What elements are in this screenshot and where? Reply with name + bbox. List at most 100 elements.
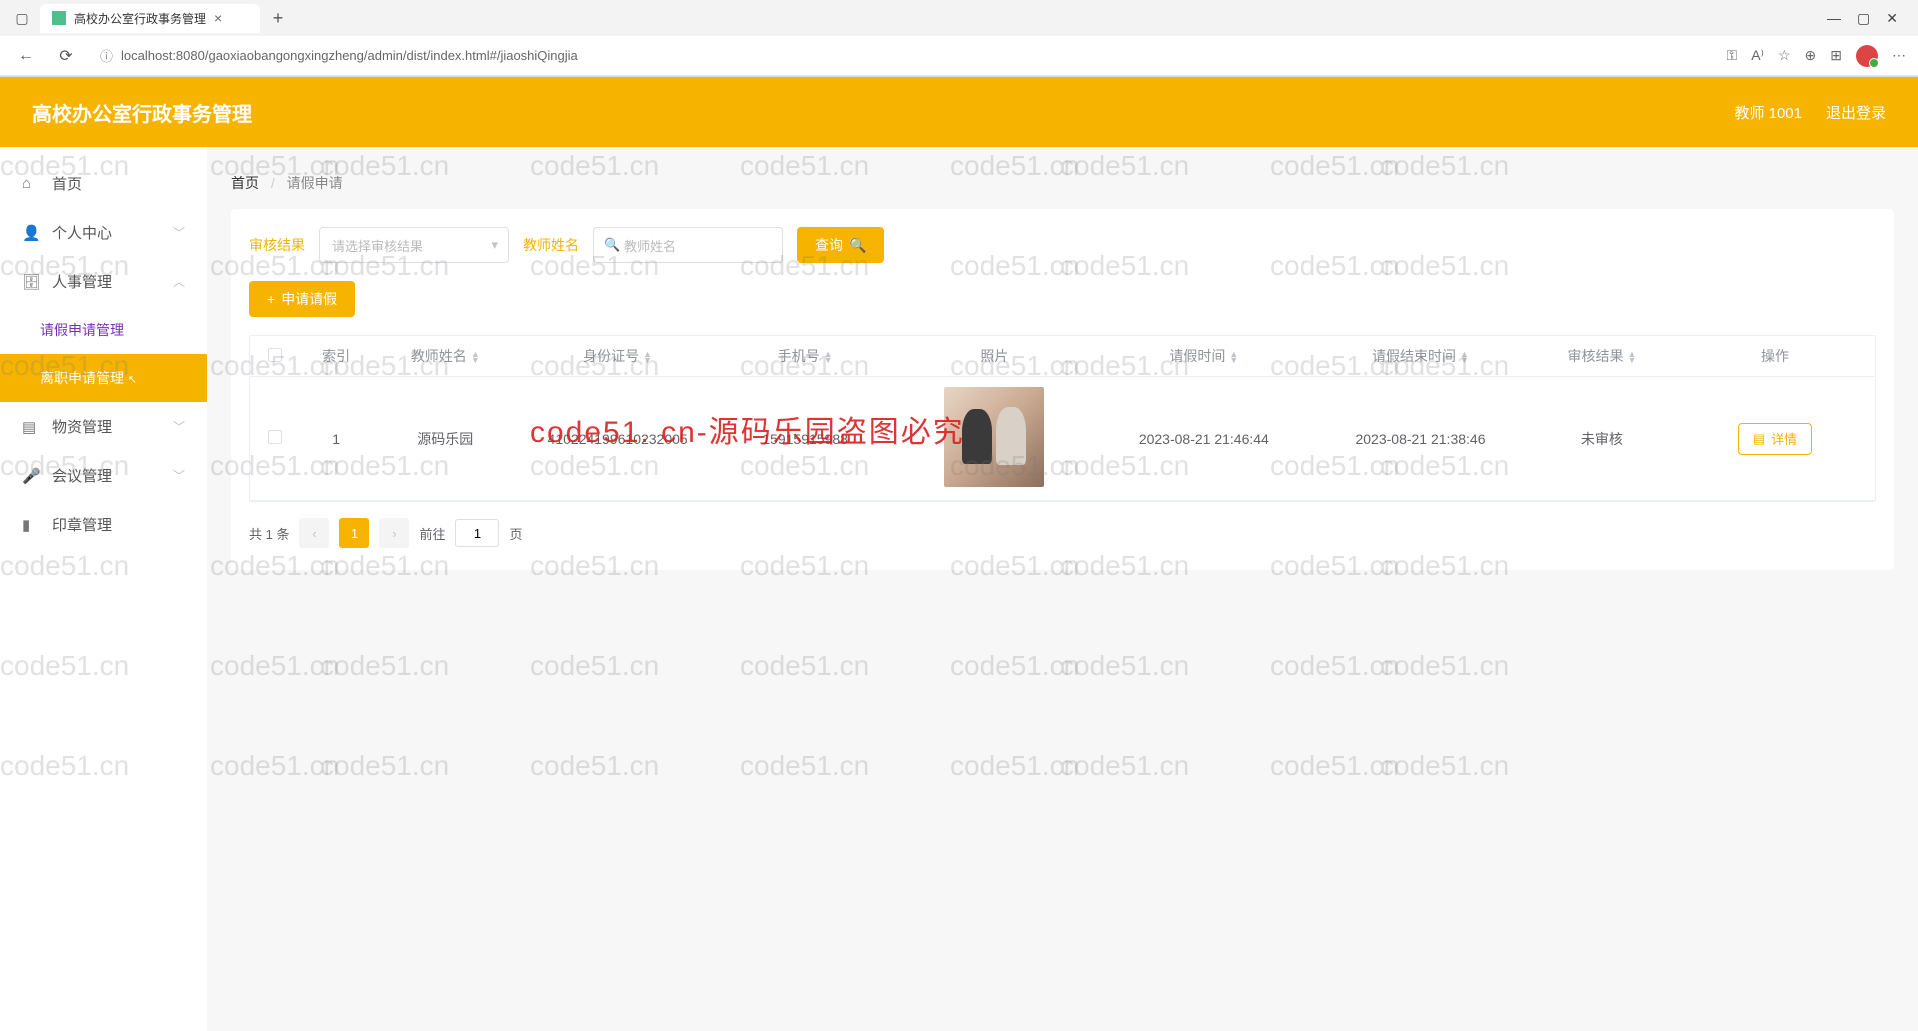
sidebar-label: 首页 bbox=[52, 173, 82, 194]
logout-button[interactable]: 退出登录 bbox=[1826, 102, 1886, 123]
tab-overview-button[interactable]: ▢ bbox=[8, 4, 36, 32]
cell-ops: ▤ 详情 bbox=[1675, 377, 1875, 501]
sidebar-sub-leave-apply[interactable]: 请假申请管理 bbox=[0, 306, 207, 354]
sort-icon[interactable]: ▲▼ bbox=[1229, 351, 1238, 363]
sidebar-item-stamp[interactable]: ▮ 印章管理 bbox=[0, 500, 207, 549]
goto-suffix: 页 bbox=[509, 524, 522, 543]
window-controls: — ▢ ✕ bbox=[1827, 10, 1910, 27]
cell-idcard: 41022419961023​2005 bbox=[518, 377, 717, 501]
select-all-checkbox[interactable] bbox=[268, 348, 282, 362]
briefcase-icon: 🗄 bbox=[22, 273, 40, 291]
pagination: 共 1 条 ‹ 1 › 前往 页 bbox=[249, 502, 1876, 552]
menu-icon[interactable]: ⋯ bbox=[1892, 47, 1906, 64]
goto-page-input[interactable] bbox=[455, 519, 499, 547]
sidebar-label: 印章管理 bbox=[52, 514, 112, 535]
site-info-icon[interactable]: ⓘ bbox=[100, 46, 113, 65]
sidebar-item-hr[interactable]: 🗄 人事管理 ︿ bbox=[0, 257, 207, 306]
breadcrumb-sep: / bbox=[271, 175, 275, 191]
app-body: ⌂ 首页 👤 个人中心 ﹀ 🗄 人事管理 ︿ 请假申请管理 离职申请管理 ↖ ▤… bbox=[0, 147, 1918, 1031]
current-user[interactable]: 教师 1001 bbox=[1734, 102, 1802, 123]
select-placeholder: 请选择审核结果 bbox=[332, 236, 423, 255]
button-label: 查询 bbox=[815, 235, 843, 255]
close-icon[interactable]: × bbox=[214, 10, 222, 26]
list-icon: ▤ bbox=[1753, 431, 1765, 447]
close-window-icon[interactable]: ✕ bbox=[1886, 10, 1898, 27]
breadcrumb: 首页 / 请假申请 bbox=[231, 163, 1894, 209]
photo-thumbnail[interactable] bbox=[944, 387, 1044, 487]
row-checkbox[interactable] bbox=[268, 430, 282, 444]
col-idcard[interactable]: 身份证号▲▼ bbox=[518, 336, 717, 377]
button-label: 申请请假 bbox=[281, 289, 337, 309]
sort-icon[interactable]: ▲▼ bbox=[1627, 351, 1636, 363]
collections-icon[interactable]: ⊕ bbox=[1805, 47, 1817, 64]
sidebar-item-material[interactable]: ▤ 物资管理 ﹀ bbox=[0, 402, 207, 451]
next-page-button[interactable]: › bbox=[379, 518, 409, 548]
sort-icon[interactable]: ▲▼ bbox=[824, 351, 833, 363]
col-result[interactable]: 审核结果▲▼ bbox=[1529, 336, 1675, 377]
col-phone[interactable]: 手机号▲▼ bbox=[717, 336, 893, 377]
cell-result: 未审核 bbox=[1529, 377, 1675, 501]
chevron-down-icon: ﹀ bbox=[173, 418, 185, 435]
url-text: localhost:8080/gaoxiaobangongxingzheng/a… bbox=[121, 48, 578, 63]
home-icon: ⌂ bbox=[22, 175, 40, 192]
minimize-icon[interactable]: — bbox=[1827, 10, 1841, 27]
browser-tab[interactable]: 高校办公室行政事务管理 × bbox=[40, 4, 260, 33]
profile-avatar-icon[interactable] bbox=[1856, 45, 1878, 67]
col-start[interactable]: 请假时间▲▼ bbox=[1095, 336, 1312, 377]
sidebar-item-home[interactable]: ⌂ 首页 bbox=[0, 159, 207, 208]
user-icon: 👤 bbox=[22, 224, 40, 242]
prev-page-button[interactable]: ‹ bbox=[299, 518, 329, 548]
back-button[interactable]: ← bbox=[12, 42, 40, 70]
search-icon: 🔍 bbox=[604, 237, 620, 253]
detail-button[interactable]: ▤ 详情 bbox=[1738, 423, 1812, 455]
sort-icon[interactable]: ▲▼ bbox=[643, 351, 652, 363]
sidebar-item-meeting[interactable]: 🎤 会议管理 ﹀ bbox=[0, 451, 207, 500]
refresh-button[interactable]: ⟳ bbox=[52, 42, 80, 70]
chevron-down-icon: ﹀ bbox=[173, 467, 185, 484]
col-index[interactable]: 索引 bbox=[300, 336, 372, 377]
sidebar-sub-resign-apply[interactable]: 离职申请管理 ↖ bbox=[0, 354, 207, 402]
add-leave-button[interactable]: + 申请请假 bbox=[249, 281, 355, 317]
new-tab-button[interactable]: + bbox=[264, 4, 292, 32]
input-placeholder: 教师姓名 bbox=[624, 236, 676, 255]
tab-title: 高校办公室行政事务管理 bbox=[74, 10, 206, 27]
favicon-icon bbox=[52, 11, 66, 25]
key-icon[interactable]: ⚿ bbox=[1727, 47, 1738, 64]
button-label: 详情 bbox=[1771, 429, 1797, 448]
select-audit-result[interactable]: 请选择审核结果 bbox=[319, 227, 509, 263]
address-bar: ← ⟳ ⓘ localhost:8080/gaoxiaobangongxingz… bbox=[0, 36, 1918, 76]
sort-icon[interactable]: ▲▼ bbox=[1460, 351, 1469, 363]
sidebar: ⌂ 首页 👤 个人中心 ﹀ 🗄 人事管理 ︿ 请假申请管理 离职申请管理 ↖ ▤… bbox=[0, 147, 207, 1031]
url-input[interactable]: ⓘ localhost:8080/gaoxiaobangongxingzheng… bbox=[92, 42, 1715, 69]
app-title: 高校办公室行政事务管理 bbox=[32, 98, 252, 127]
data-table: 索引 教师姓名▲▼ 身份证号▲▼ 手机号▲▼ 照片 请假时间▲▼ 请假结束时间▲… bbox=[249, 335, 1876, 502]
cell-phone: 15915915988 bbox=[717, 377, 893, 501]
col-end[interactable]: 请假结束时间▲▼ bbox=[1312, 336, 1529, 377]
search-icon: 🔍 bbox=[849, 237, 866, 254]
col-teacher[interactable]: 教师姓名▲▼ bbox=[372, 336, 518, 377]
read-aloud-icon[interactable]: A⁾ bbox=[1751, 47, 1764, 64]
plus-icon: + bbox=[267, 291, 275, 307]
tab-bar: ▢ 高校办公室行政事务管理 × + — ▢ ✕ bbox=[0, 0, 1918, 36]
favorites-icon[interactable]: ☆ bbox=[1778, 47, 1791, 64]
cell-photo bbox=[893, 377, 1095, 501]
input-teacher-name[interactable]: 🔍 教师姓名 bbox=[593, 227, 783, 263]
maximize-icon[interactable]: ▢ bbox=[1857, 10, 1870, 27]
sort-icon[interactable]: ▲▼ bbox=[471, 351, 480, 363]
col-ops: 操作 bbox=[1675, 336, 1875, 377]
sidebar-label: 离职申请管理 bbox=[40, 370, 124, 386]
breadcrumb-home[interactable]: 首页 bbox=[231, 175, 259, 191]
mic-icon: 🎤 bbox=[22, 467, 40, 485]
sidebar-label: 人事管理 bbox=[52, 271, 112, 292]
browser-action-icons: ⚿ A⁾ ☆ ⊕ ⊞ ⋯ bbox=[1727, 45, 1906, 67]
browser-chrome: ▢ 高校办公室行政事务管理 × + — ▢ ✕ ← ⟳ ⓘ localhost:… bbox=[0, 0, 1918, 77]
sidebar-label: 会议管理 bbox=[52, 465, 112, 486]
extensions-icon[interactable]: ⊞ bbox=[1830, 47, 1842, 64]
cursor-icon: ↖ bbox=[128, 374, 137, 386]
filter-label-result: 审核结果 bbox=[249, 235, 305, 255]
filter-label-name: 教师姓名 bbox=[523, 235, 579, 255]
page-number-1[interactable]: 1 bbox=[339, 518, 369, 548]
table-row: 1 源码乐园 41022419961023​2005 15915915988 2… bbox=[250, 377, 1875, 501]
sidebar-item-profile[interactable]: 👤 个人中心 ﹀ bbox=[0, 208, 207, 257]
search-button[interactable]: 查询 🔍 bbox=[797, 227, 884, 263]
